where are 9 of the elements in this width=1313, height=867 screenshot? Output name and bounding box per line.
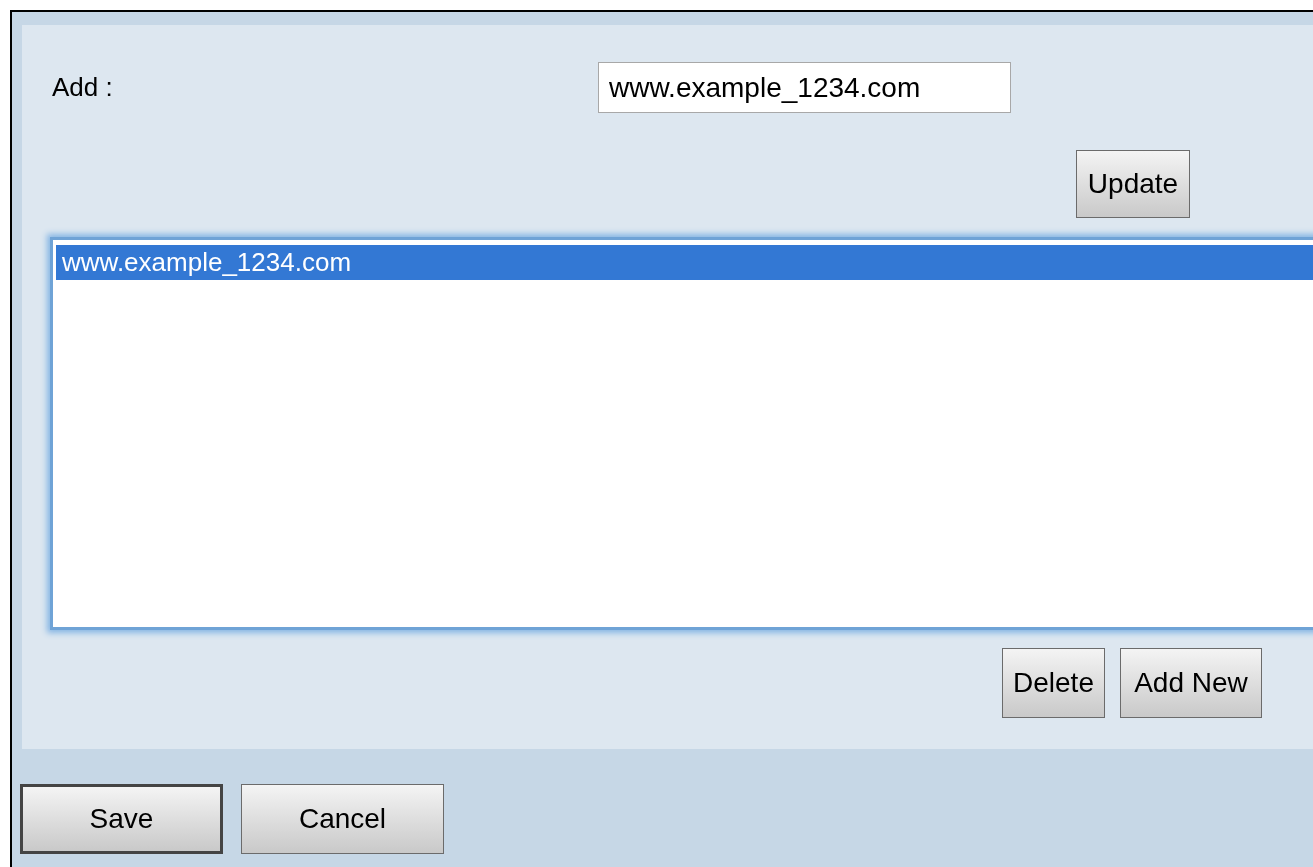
update-button[interactable]: Update (1076, 150, 1190, 218)
add-label: Add : (52, 71, 114, 104)
cancel-button[interactable]: Cancel (241, 784, 444, 854)
delete-button[interactable]: Delete (1002, 648, 1105, 718)
list-box[interactable]: www.example_1234.com (50, 237, 1313, 630)
add-input-field[interactable]: www.example_1234.com (598, 62, 1011, 113)
save-button[interactable]: Save (20, 784, 223, 854)
list-item[interactable]: www.example_1234.com (56, 245, 1313, 280)
add-new-button[interactable]: Add New (1120, 648, 1262, 718)
